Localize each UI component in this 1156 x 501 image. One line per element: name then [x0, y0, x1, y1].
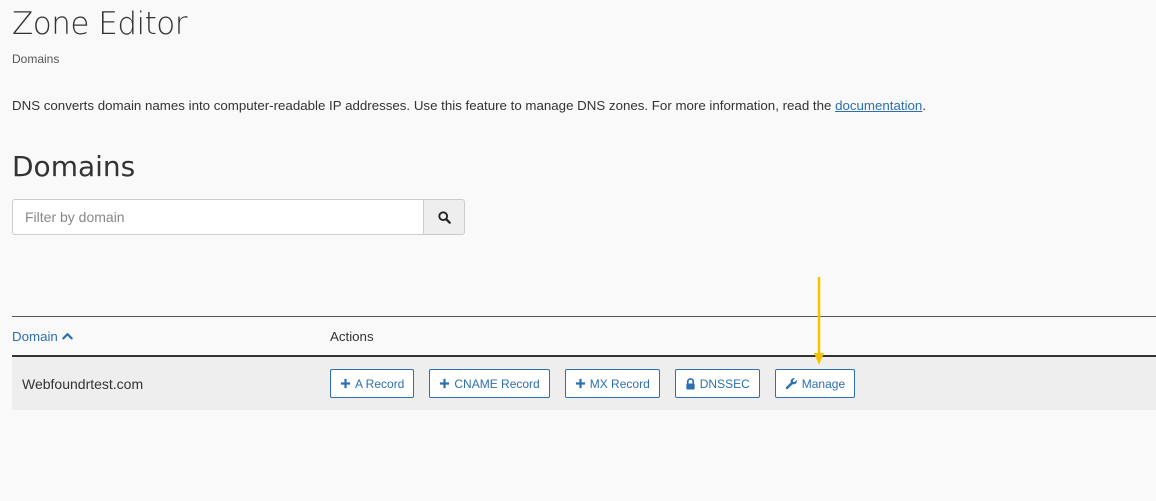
domains-table: Domain Actions Webfoundrtest.com A Recor…	[12, 316, 1156, 410]
add-a-record-button[interactable]: A Record	[330, 369, 415, 398]
column-header-domain[interactable]: Domain	[12, 329, 330, 344]
table-header: Domain Actions	[12, 316, 1156, 357]
page-title: Zone Editor	[12, 6, 188, 42]
actions-cell: A Record CNAME Record MX Record DNSSEC M…	[330, 369, 856, 398]
plus-icon	[575, 378, 586, 389]
add-cname-record-label: CNAME Record	[454, 376, 540, 391]
documentation-link[interactable]: documentation	[835, 98, 922, 113]
domain-filter-group	[12, 199, 465, 235]
wrench-icon	[785, 377, 798, 390]
search-icon	[437, 210, 451, 224]
domain-cell: Webfoundrtest.com	[22, 375, 144, 392]
chevron-up-icon	[62, 333, 73, 340]
manage-label: Manage	[801, 376, 846, 391]
callout-arrow-icon	[814, 277, 824, 365]
page-description: DNS converts domain names into computer-…	[12, 98, 926, 113]
search-input[interactable]	[12, 199, 423, 235]
search-button[interactable]	[423, 199, 465, 235]
description-text: DNS converts domain names into computer-…	[12, 98, 836, 113]
breadcrumb: Domains	[12, 52, 60, 66]
dnssec-label: DNSSEC	[699, 376, 750, 391]
manage-button[interactable]: Manage	[774, 369, 856, 398]
column-header-actions: Actions	[330, 328, 374, 344]
section-title: Domains	[12, 150, 136, 183]
lock-icon	[685, 377, 696, 390]
description-suffix: .	[922, 98, 927, 113]
column-header-domain-label: Domain	[12, 328, 58, 344]
add-mx-record-button[interactable]: MX Record	[564, 369, 660, 398]
table-row: Webfoundrtest.com A Record CNAME Record …	[12, 357, 1156, 410]
dnssec-button[interactable]: DNSSEC	[674, 369, 760, 398]
plus-icon	[439, 378, 450, 389]
add-mx-record-label: MX Record	[589, 376, 650, 391]
plus-icon	[340, 378, 351, 389]
add-cname-record-button[interactable]: CNAME Record	[429, 369, 550, 398]
add-a-record-label: A Record	[355, 376, 405, 391]
